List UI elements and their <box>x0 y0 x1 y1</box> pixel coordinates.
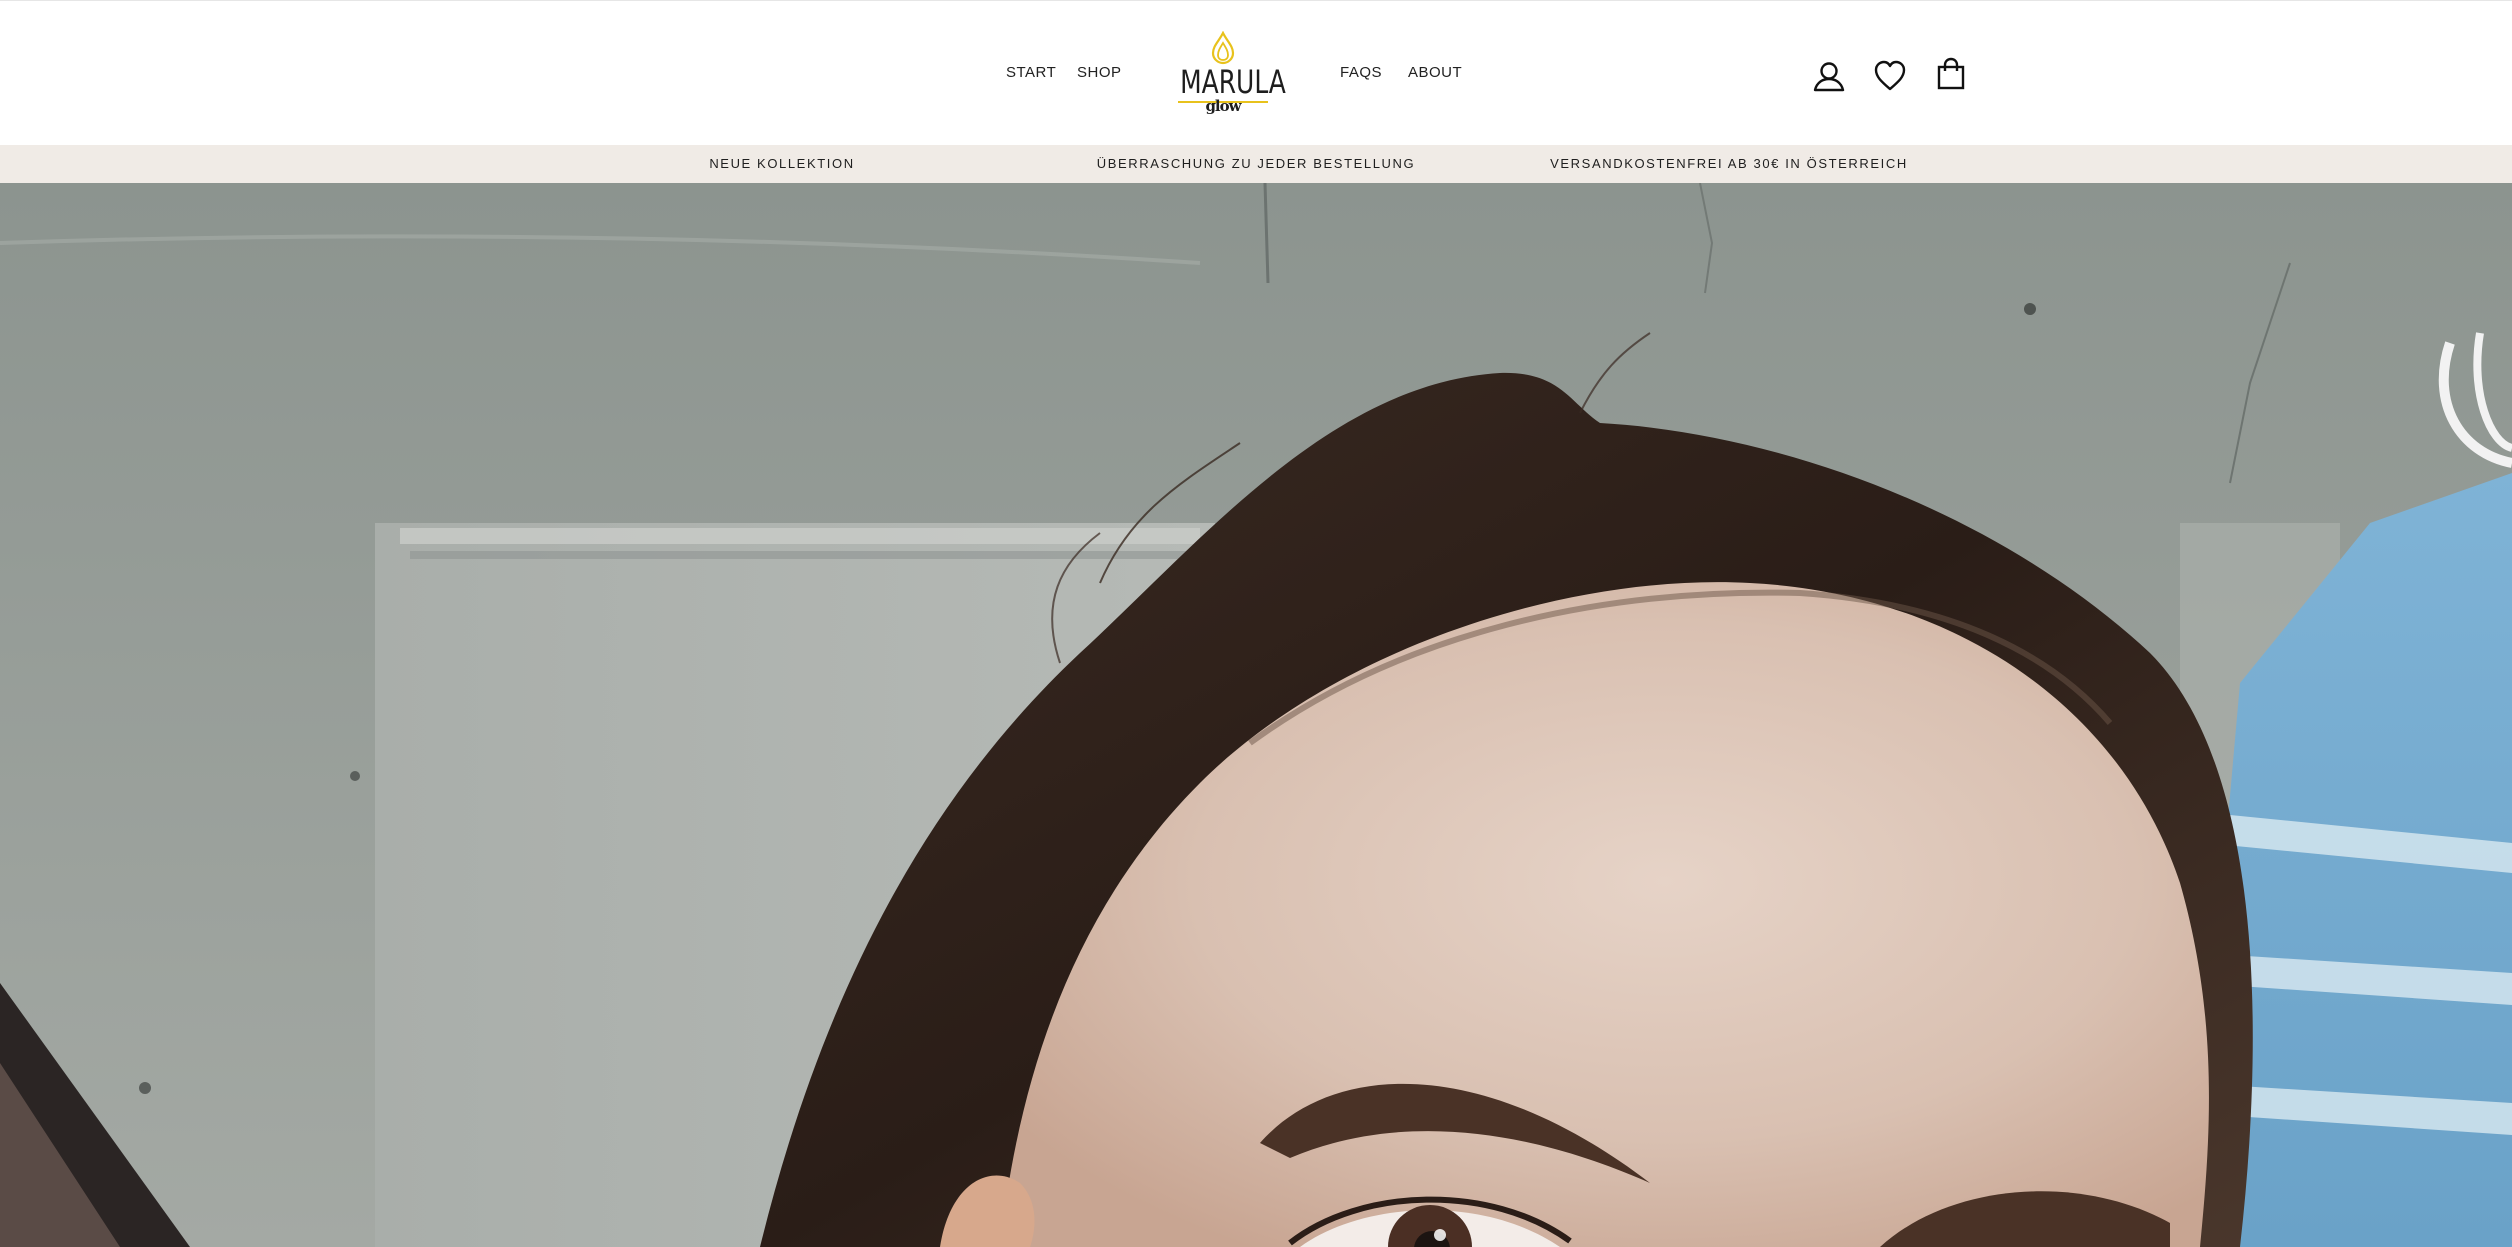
shopping-bag-icon[interactable] <box>1934 57 1968 91</box>
announcement-bar: NEUE KOLLEKTION ÜBERRASCHUNG ZU JEDER BE… <box>0 145 2512 183</box>
site-header: START SHOP MARULA glow FAQS ABOUT <box>0 0 2512 145</box>
hero-image <box>0 183 2512 1247</box>
nav-shop-link[interactable]: SHOP <box>1077 64 1122 81</box>
hero-photo <box>0 183 2512 1247</box>
nav-start-link[interactable]: START <box>1006 64 1056 81</box>
nav-faqs-link[interactable]: FAQS <box>1340 64 1382 81</box>
logo-subtext: glow <box>1205 97 1241 115</box>
announcement-item: VERSANDKOSTENFREI AB 30€ IN ÖSTERREICH <box>1550 156 1908 171</box>
announcement-item: ÜBERRASCHUNG ZU JEDER BESTELLUNG <box>1096 156 1416 171</box>
heart-icon[interactable] <box>1873 59 1907 93</box>
account-icon[interactable] <box>1812 59 1846 93</box>
page: START SHOP MARULA glow FAQS ABOUT NEUE K… <box>0 0 2512 1247</box>
marula-logo[interactable]: MARULA glow <box>1168 31 1286 121</box>
logo-wordmark: MARULA <box>1180 63 1286 101</box>
nav-about-link[interactable]: ABOUT <box>1408 64 1462 81</box>
announcement-item: NEUE KOLLEKTION <box>709 156 855 171</box>
oil-drop-icon <box>1211 31 1235 65</box>
